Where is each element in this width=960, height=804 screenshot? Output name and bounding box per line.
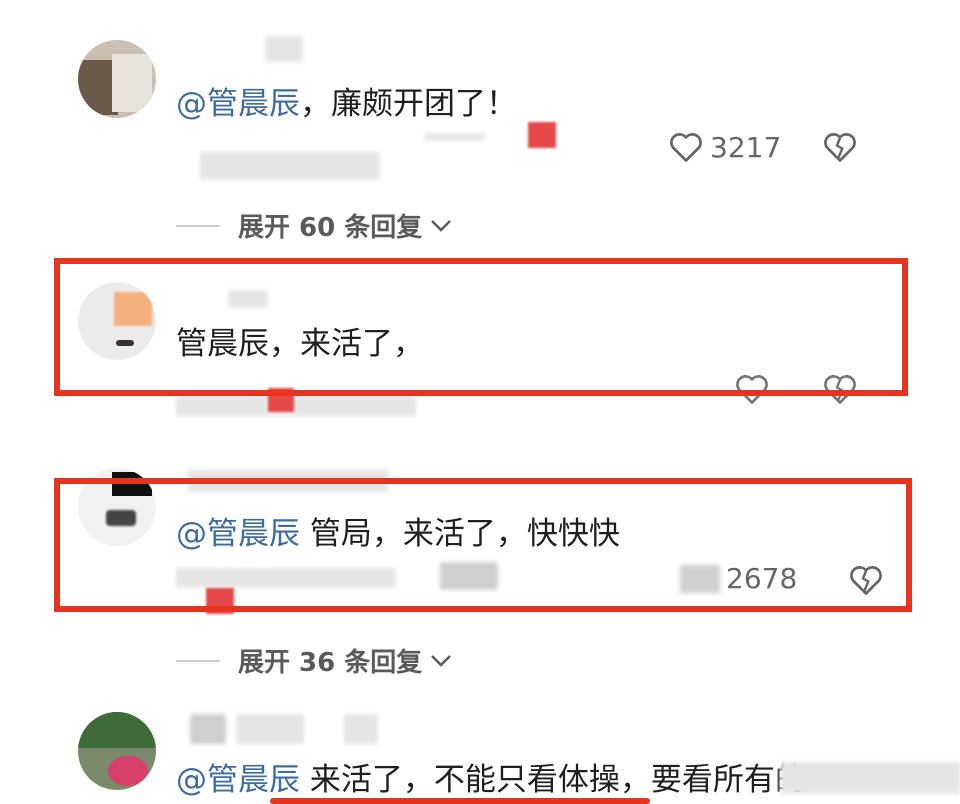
mention-link[interactable]: @管晨辰 [176,86,300,122]
username-blurred [190,714,226,744]
heart-icon [670,133,702,162]
comment-text: @管晨辰 来活了，不能只看体操，要看所有的 [176,760,806,800]
expand-replies-button[interactable]: 展开 60 条回复 [176,207,454,244]
highlight-box [54,258,908,396]
highlight-underline [270,798,650,804]
like-count: 3217 [710,130,782,164]
comment-body: ，廉颇开团了！ [300,86,517,122]
dislike-button[interactable] [822,130,858,164]
comment-body: 来活了，不能只看体操，要看所有的 [300,762,806,798]
expand-replies-button[interactable]: 展开 36 条回复 [176,642,454,679]
comment-text: @管晨辰，廉颇开团了！ [176,84,517,124]
chevron-down-icon [431,654,452,667]
meta-blurred [176,396,416,416]
username-blurred [344,714,378,744]
chevron-down-icon [431,219,452,232]
timestamp-blurred [425,133,485,141]
meta-blurred [200,152,380,180]
badge-blurred [528,122,556,148]
like-button[interactable]: 3217 [668,130,781,164]
username-blurred [265,36,303,62]
avatar[interactable] [78,712,156,790]
expand-replies-label: 展开 60 条回复 [238,213,423,243]
broken-heart-icon [824,133,856,162]
username-blurred [236,714,304,744]
mention-link[interactable]: @管晨辰 [176,762,300,798]
expand-replies-label: 展开 36 条回复 [238,648,423,678]
avatar[interactable] [78,40,156,118]
watermark-blurred [780,762,960,794]
highlight-box [54,478,912,612]
